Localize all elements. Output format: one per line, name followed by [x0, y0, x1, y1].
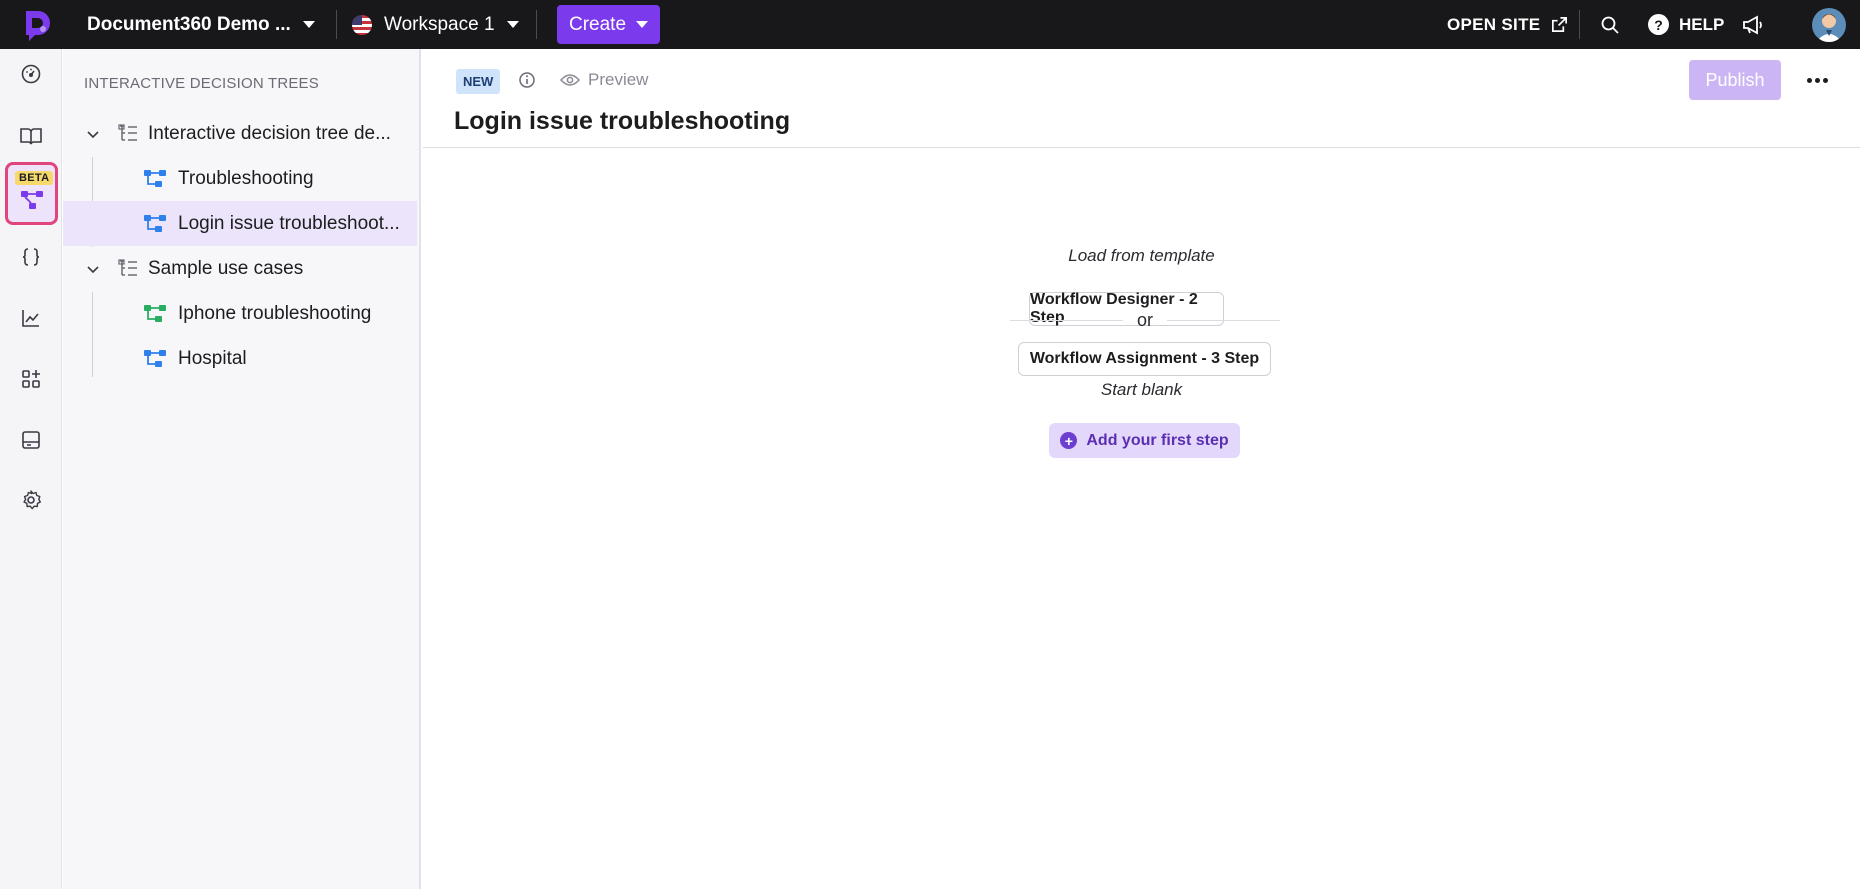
divider-line	[1167, 319, 1281, 321]
analytics-icon[interactable]	[13, 300, 49, 336]
create-label: Create	[568, 13, 627, 35]
apps-icon[interactable]	[13, 361, 49, 397]
help-label: HELP	[1679, 14, 1725, 34]
open-site-link[interactable]: OPEN SITE	[1447, 0, 1569, 49]
category-label: Interactive decision tree de...	[148, 122, 391, 144]
chevron-down-icon	[302, 21, 315, 28]
search-icon[interactable]	[1597, 12, 1623, 38]
create-button[interactable]: Create	[557, 5, 660, 44]
workspace-name: Workspace 1	[384, 13, 495, 35]
eye-icon	[560, 74, 580, 86]
preview-label: Preview	[588, 70, 649, 89]
divider	[336, 10, 337, 39]
chevron-down-icon[interactable]	[85, 126, 101, 142]
tree-item-hospital[interactable]: Hospital	[63, 336, 417, 381]
template-button[interactable]: Workflow Assignment - 3 Step	[1018, 342, 1271, 376]
sidebar-title: INTERACTIVE DECISION TREES	[84, 75, 319, 92]
divider	[536, 10, 537, 39]
widget-icon[interactable]	[13, 422, 49, 458]
tree-item-troubleshooting[interactable]: Troubleshooting	[63, 156, 417, 201]
category-list-icon	[118, 258, 137, 276]
or-label: or	[1137, 309, 1154, 330]
publish-button[interactable]: Publish	[1689, 60, 1781, 100]
load-from-template-label: Load from template	[1068, 246, 1215, 265]
chevron-down-icon	[636, 21, 649, 28]
decision-tree-sidebar: INTERACTIVE DECISION TREES Interactive d…	[63, 49, 421, 889]
tree-item-label: Troubleshooting	[178, 167, 314, 189]
decision-tree-nav[interactable]: BETA	[5, 162, 58, 225]
decision-tree-icon	[21, 191, 43, 209]
tree-category[interactable]: Sample use cases	[63, 246, 417, 291]
more-options-icon[interactable]	[1803, 66, 1831, 94]
dashboard-icon[interactable]	[13, 56, 49, 92]
editor-header: NEW Preview Login issue troubleshooting …	[423, 49, 1860, 148]
category-label: Sample use cases	[148, 257, 304, 279]
tree-item-label: Hospital	[178, 347, 247, 369]
decision-tree-icon	[144, 214, 166, 232]
divider-line	[1010, 319, 1123, 321]
category-list-icon	[118, 123, 137, 141]
settings-icon[interactable]	[13, 482, 49, 518]
add-first-step-button[interactable]: + Add your first step	[1049, 423, 1240, 458]
help-icon: ?	[1648, 14, 1669, 35]
preview-button[interactable]: Preview	[560, 69, 648, 91]
divider	[1579, 10, 1580, 39]
workspace-selector[interactable]: Workspace 1	[352, 0, 519, 49]
plus-circle-icon: +	[1060, 432, 1078, 449]
us-flag-icon	[352, 14, 372, 35]
document360-logo-icon[interactable]	[18, 7, 54, 43]
open-site-label: OPEN SITE	[1447, 14, 1541, 34]
tree-item-iphone[interactable]: Iphone troubleshooting	[63, 291, 417, 336]
book-icon[interactable]	[13, 118, 49, 154]
main-panel: NEW Preview Login issue troubleshooting …	[423, 49, 1860, 889]
tree-item-label: Login issue troubleshoot...	[178, 212, 400, 234]
start-blank-label: Start blank	[1100, 380, 1183, 399]
beta-badge: BETA	[15, 171, 54, 185]
top-bar: Document360 Demo ... Workspace 1 Create …	[0, 0, 1860, 49]
or-divider: or	[1010, 305, 1281, 335]
chevron-down-icon	[506, 21, 519, 28]
external-link-icon	[1552, 16, 1568, 33]
status-badge: NEW	[456, 69, 501, 94]
tree-category[interactable]: Interactive decision tree de...	[63, 111, 417, 156]
project-selector[interactable]: Document360 Demo ...	[87, 0, 315, 49]
api-braces-icon[interactable]	[13, 239, 49, 275]
tree-item-label: Iphone troubleshooting	[178, 302, 372, 324]
page-title: Login issue troubleshooting	[454, 107, 791, 135]
add-step-label: Add your first step	[1086, 431, 1229, 449]
decision-tree-icon	[144, 349, 166, 367]
project-name: Document360 Demo ...	[87, 13, 291, 35]
help-button[interactable]: ? HELP	[1648, 0, 1724, 49]
tree-item-login-issue[interactable]: Login issue troubleshoot...	[63, 201, 417, 246]
decision-tree-icon	[144, 304, 166, 322]
decision-tree-icon	[144, 169, 166, 187]
avatar[interactable]	[1812, 8, 1846, 42]
info-icon[interactable]	[518, 71, 536, 89]
icon-rail: BETA	[0, 49, 62, 889]
megaphone-icon[interactable]	[1740, 12, 1766, 38]
chevron-down-icon[interactable]	[85, 261, 101, 277]
